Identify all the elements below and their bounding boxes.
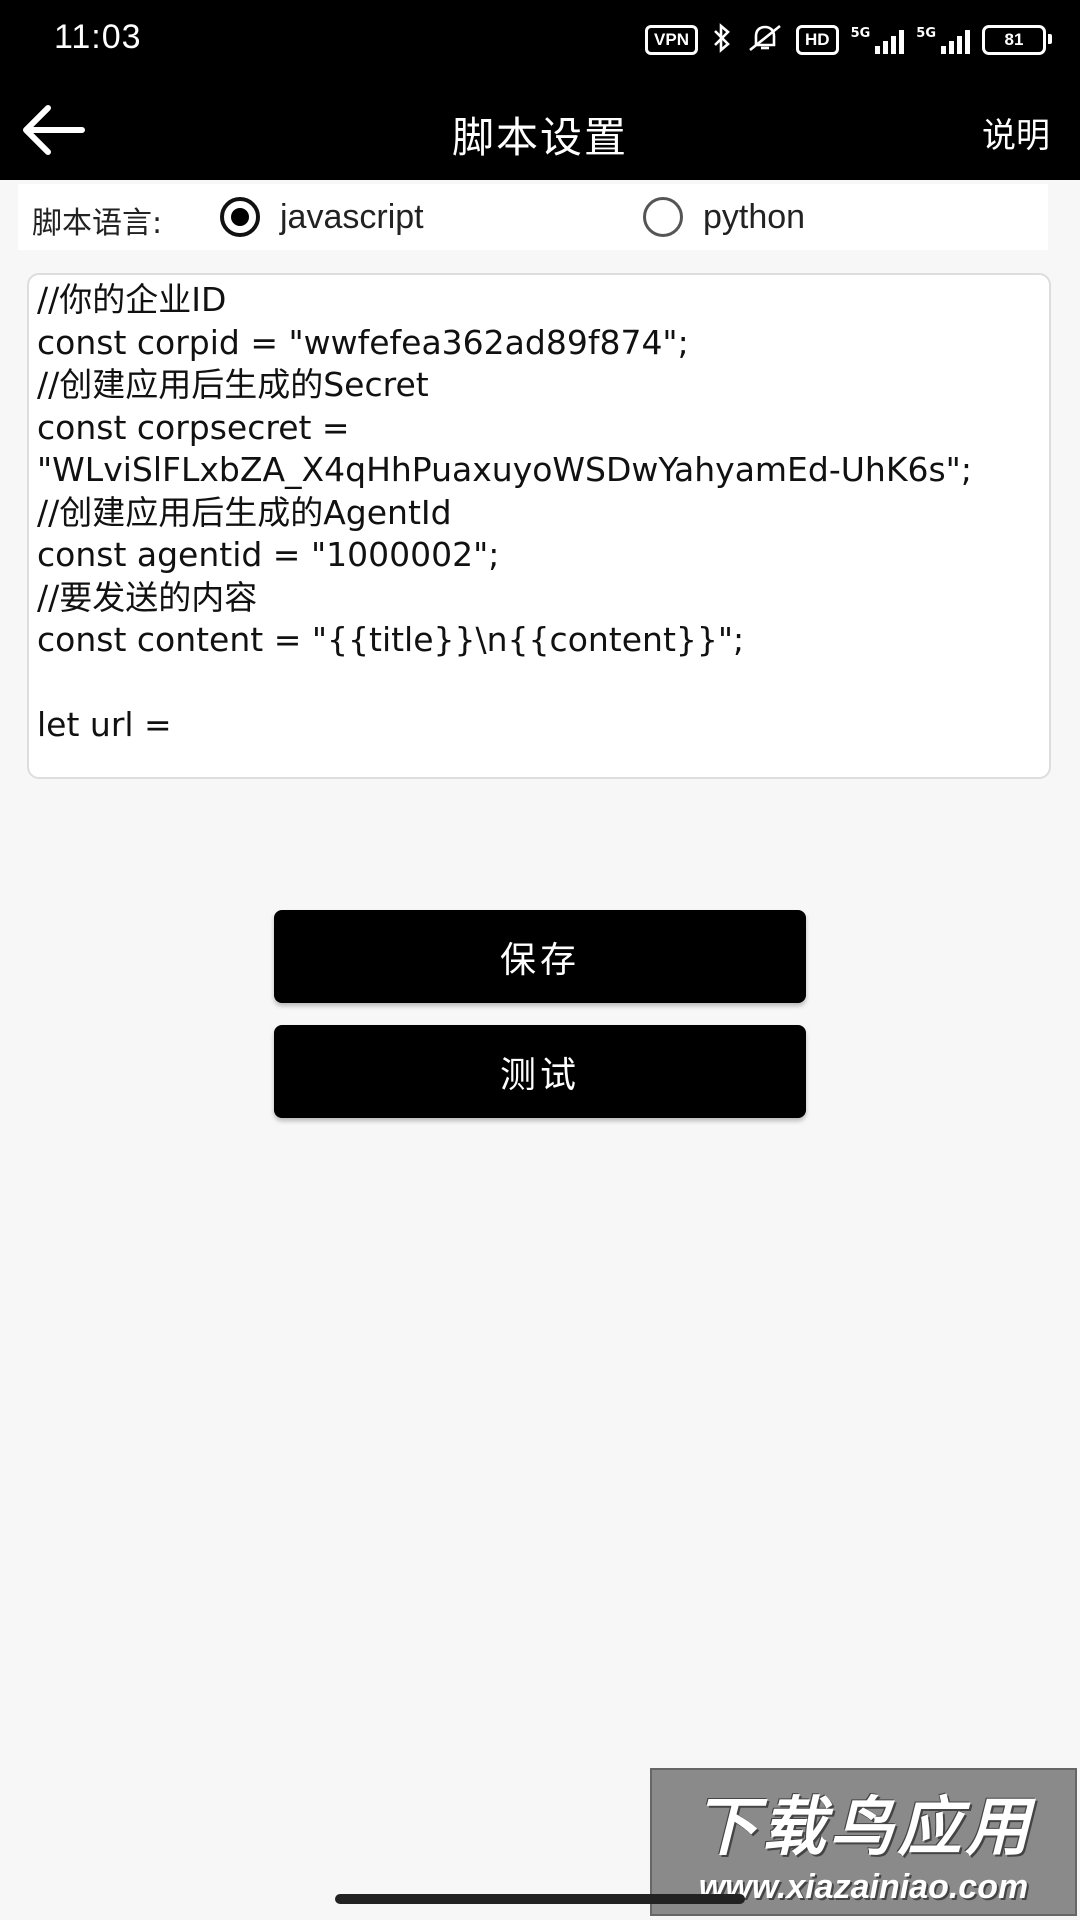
signal-icon: 5G (851, 26, 905, 54)
mute-icon (746, 23, 784, 57)
script-language-selector: 脚本语言: javascript python (18, 184, 1048, 250)
help-button[interactable]: 说明 (982, 108, 1050, 157)
status-icons: VPN HD 5G 5G 81 (645, 22, 1052, 58)
app-bar: 脚本设置 说明 (0, 80, 1080, 180)
radio-unchecked-icon (643, 197, 683, 237)
bluetooth-icon (710, 23, 734, 57)
save-button[interactable]: 保存 (274, 910, 806, 1003)
script-editor[interactable]: //你的企业ID const corpid = "wwfefea362ad89f… (27, 273, 1051, 779)
script-code[interactable]: //你的企业ID const corpid = "wwfefea362ad89f… (29, 275, 1049, 751)
network-type-1: 5G (850, 26, 871, 41)
signal-icon-2: 5G (916, 26, 970, 54)
status-bar: 11:03 VPN HD 5G 5G 81 (0, 0, 1080, 80)
page-title: 脚本设置 (451, 113, 628, 162)
radio-javascript-label: javascript (280, 197, 424, 236)
test-button[interactable]: 测试 (274, 1025, 806, 1118)
radio-checked-icon (220, 197, 260, 237)
watermark-title: 下载鸟应用 (693, 1791, 1034, 1863)
status-time: 11:03 (54, 18, 142, 56)
hd-icon: HD (796, 25, 839, 55)
script-language-label: 脚本语言: (32, 206, 163, 241)
battery-icon: 81 (982, 25, 1052, 55)
radio-javascript[interactable]: javascript (220, 194, 424, 240)
radio-python[interactable]: python (643, 194, 805, 240)
home-indicator[interactable] (335, 1894, 745, 1904)
vpn-icon: VPN (645, 25, 698, 55)
radio-python-label: python (703, 197, 806, 236)
network-type-2: 5G (916, 26, 936, 41)
